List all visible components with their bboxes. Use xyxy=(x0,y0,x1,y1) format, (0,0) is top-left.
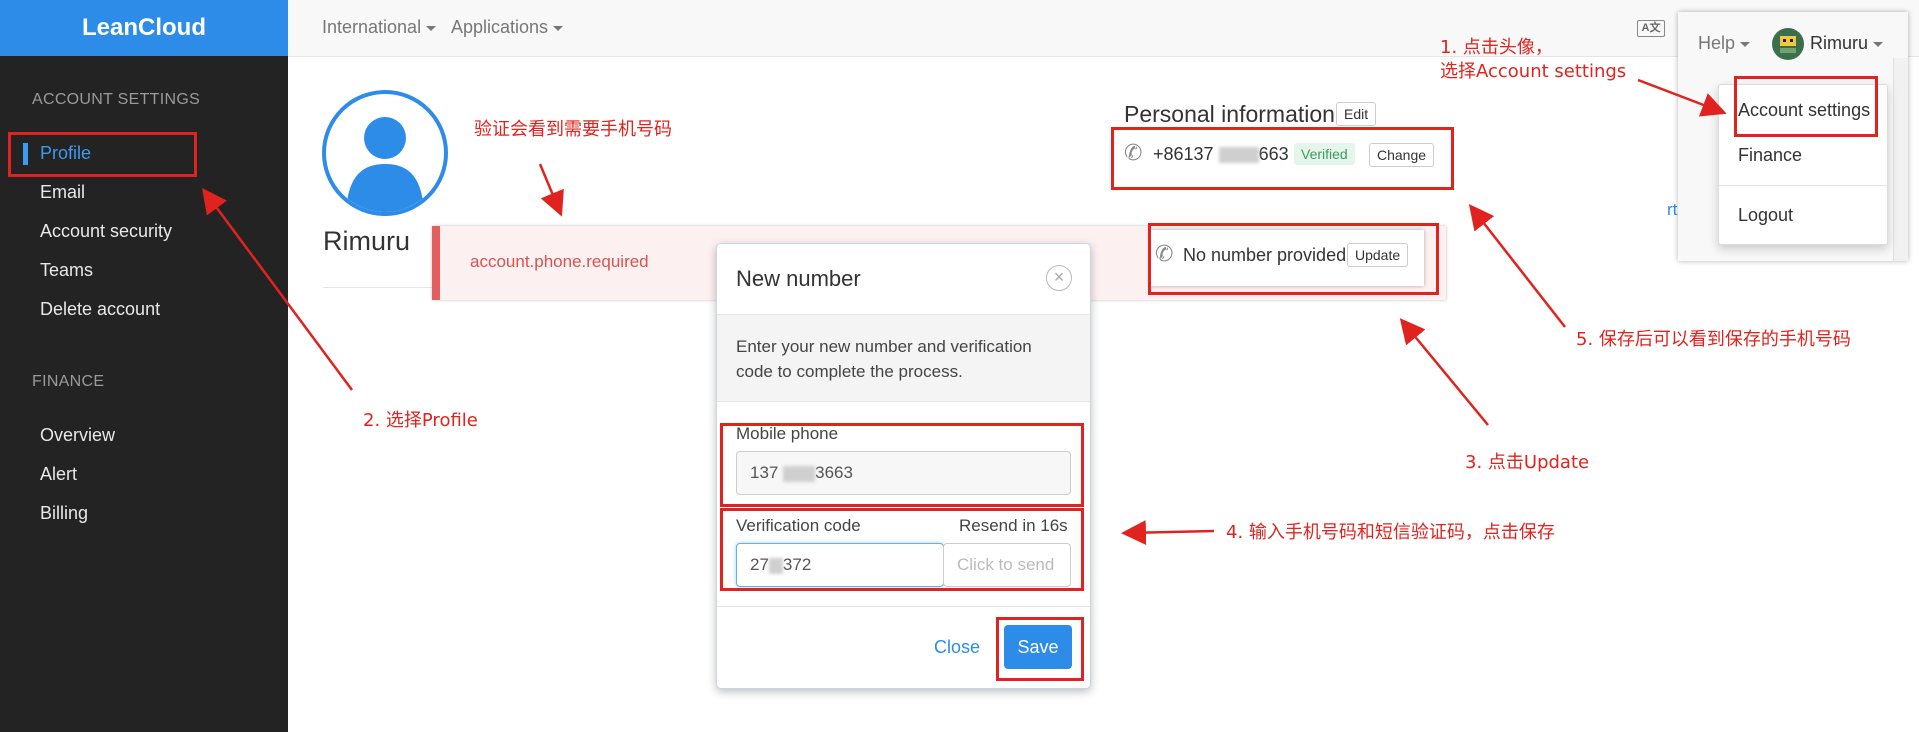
arrow-step4 xyxy=(1121,520,1215,546)
arrow-phone-note xyxy=(538,163,564,217)
arrow-step3 xyxy=(1399,318,1489,426)
arrow-step5 xyxy=(1468,204,1566,328)
arrow-step2 xyxy=(202,187,354,391)
annotation-arrows xyxy=(202,78,1727,546)
arrow-step1 xyxy=(1637,78,1727,117)
